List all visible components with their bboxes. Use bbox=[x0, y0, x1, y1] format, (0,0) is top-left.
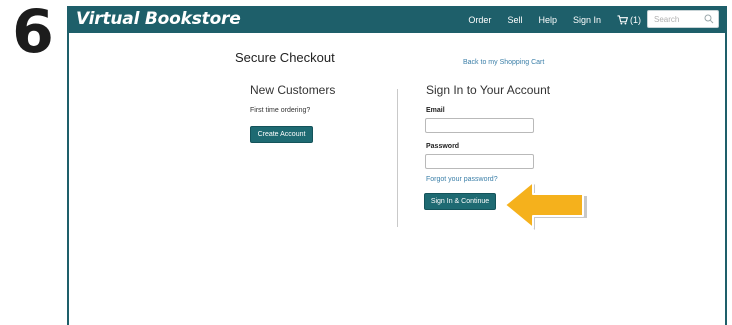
nav-links: Order Sell Help Sign In (1) bbox=[468, 6, 641, 33]
forgot-password-link[interactable]: Forgot your password? bbox=[426, 176, 498, 183]
new-customers-heading: New Customers bbox=[250, 83, 336, 97]
navbar: Virtual Bookstore Order Sell Help Sign I… bbox=[69, 6, 725, 33]
column-divider bbox=[397, 89, 398, 227]
search-box[interactable] bbox=[647, 10, 719, 28]
nav-sign-in[interactable]: Sign In bbox=[573, 15, 601, 25]
arrow-pointer-icon bbox=[504, 181, 587, 230]
search-input[interactable] bbox=[654, 13, 704, 25]
browser-frame: Virtual Bookstore Order Sell Help Sign I… bbox=[67, 6, 727, 325]
nav-order[interactable]: Order bbox=[468, 15, 491, 25]
sign-in-heading: Sign In to Your Account bbox=[426, 83, 551, 97]
nav-help[interactable]: Help bbox=[538, 15, 557, 25]
email-field[interactable] bbox=[425, 118, 534, 133]
step-number: 6 bbox=[12, 0, 54, 67]
password-field[interactable] bbox=[425, 154, 534, 169]
cart-count: (1) bbox=[630, 14, 641, 25]
create-account-button[interactable]: Create Account bbox=[250, 126, 313, 143]
brand-logo[interactable]: Virtual Bookstore bbox=[76, 8, 241, 30]
sign-in-continue-button[interactable]: Sign In & Continue bbox=[424, 193, 496, 210]
first-time-text: First time ordering? bbox=[250, 107, 311, 114]
back-to-cart-link[interactable]: Back to my Shopping Cart bbox=[463, 59, 544, 66]
search-icon[interactable] bbox=[704, 14, 714, 24]
nav-cart[interactable]: (1) bbox=[617, 15, 641, 25]
page-title: Secure Checkout bbox=[235, 50, 335, 65]
nav-sell[interactable]: Sell bbox=[507, 15, 522, 25]
cart-icon bbox=[617, 14, 628, 25]
email-label: Email bbox=[426, 107, 445, 114]
password-label: Password bbox=[426, 143, 460, 150]
